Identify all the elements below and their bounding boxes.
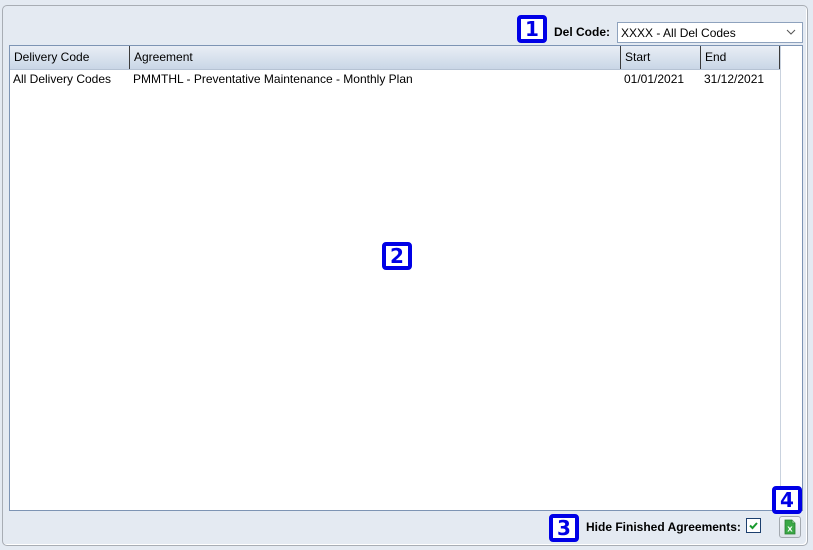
column-header-end[interactable]: End xyxy=(701,46,780,69)
table-row[interactable]: All Delivery Codes PMMTHL - Preventative… xyxy=(10,70,780,88)
callout-badge-4: 4 xyxy=(772,486,802,514)
excel-export-icon: X xyxy=(784,519,796,535)
cell-agreement: PMMTHL - Preventative Maintenance - Mont… xyxy=(133,72,413,86)
del-code-dropdown[interactable]: XXXX - All Del Codes xyxy=(617,22,803,43)
hide-finished-checkbox[interactable] xyxy=(746,518,761,533)
table-right-divider xyxy=(780,46,781,510)
callout-badge-2: 2 xyxy=(382,242,412,270)
svg-text:X: X xyxy=(787,526,793,534)
column-header-delivery-code[interactable]: Delivery Code xyxy=(10,46,130,69)
agreements-table[interactable]: Delivery Code Agreement Start End All De… xyxy=(9,45,803,511)
chevron-down-icon xyxy=(786,29,796,35)
checkmark-icon xyxy=(749,522,758,530)
cell-delivery-code: All Delivery Codes xyxy=(13,72,112,86)
callout-badge-1: 1 xyxy=(517,15,547,43)
export-excel-button[interactable]: X xyxy=(779,516,801,538)
del-code-label: Del Code: xyxy=(554,25,611,39)
hide-finished-label: Hide Finished Agreements: xyxy=(586,520,741,534)
cell-end: 31/12/2021 xyxy=(704,72,765,86)
column-header-start[interactable]: Start xyxy=(621,46,701,69)
del-code-selected-value: XXXX - All Del Codes xyxy=(621,26,736,40)
column-header-agreement[interactable]: Agreement xyxy=(130,46,621,69)
table-header: Delivery Code Agreement Start End xyxy=(10,46,780,70)
cell-start: 01/01/2021 xyxy=(624,72,685,86)
callout-badge-3: 3 xyxy=(549,514,579,542)
